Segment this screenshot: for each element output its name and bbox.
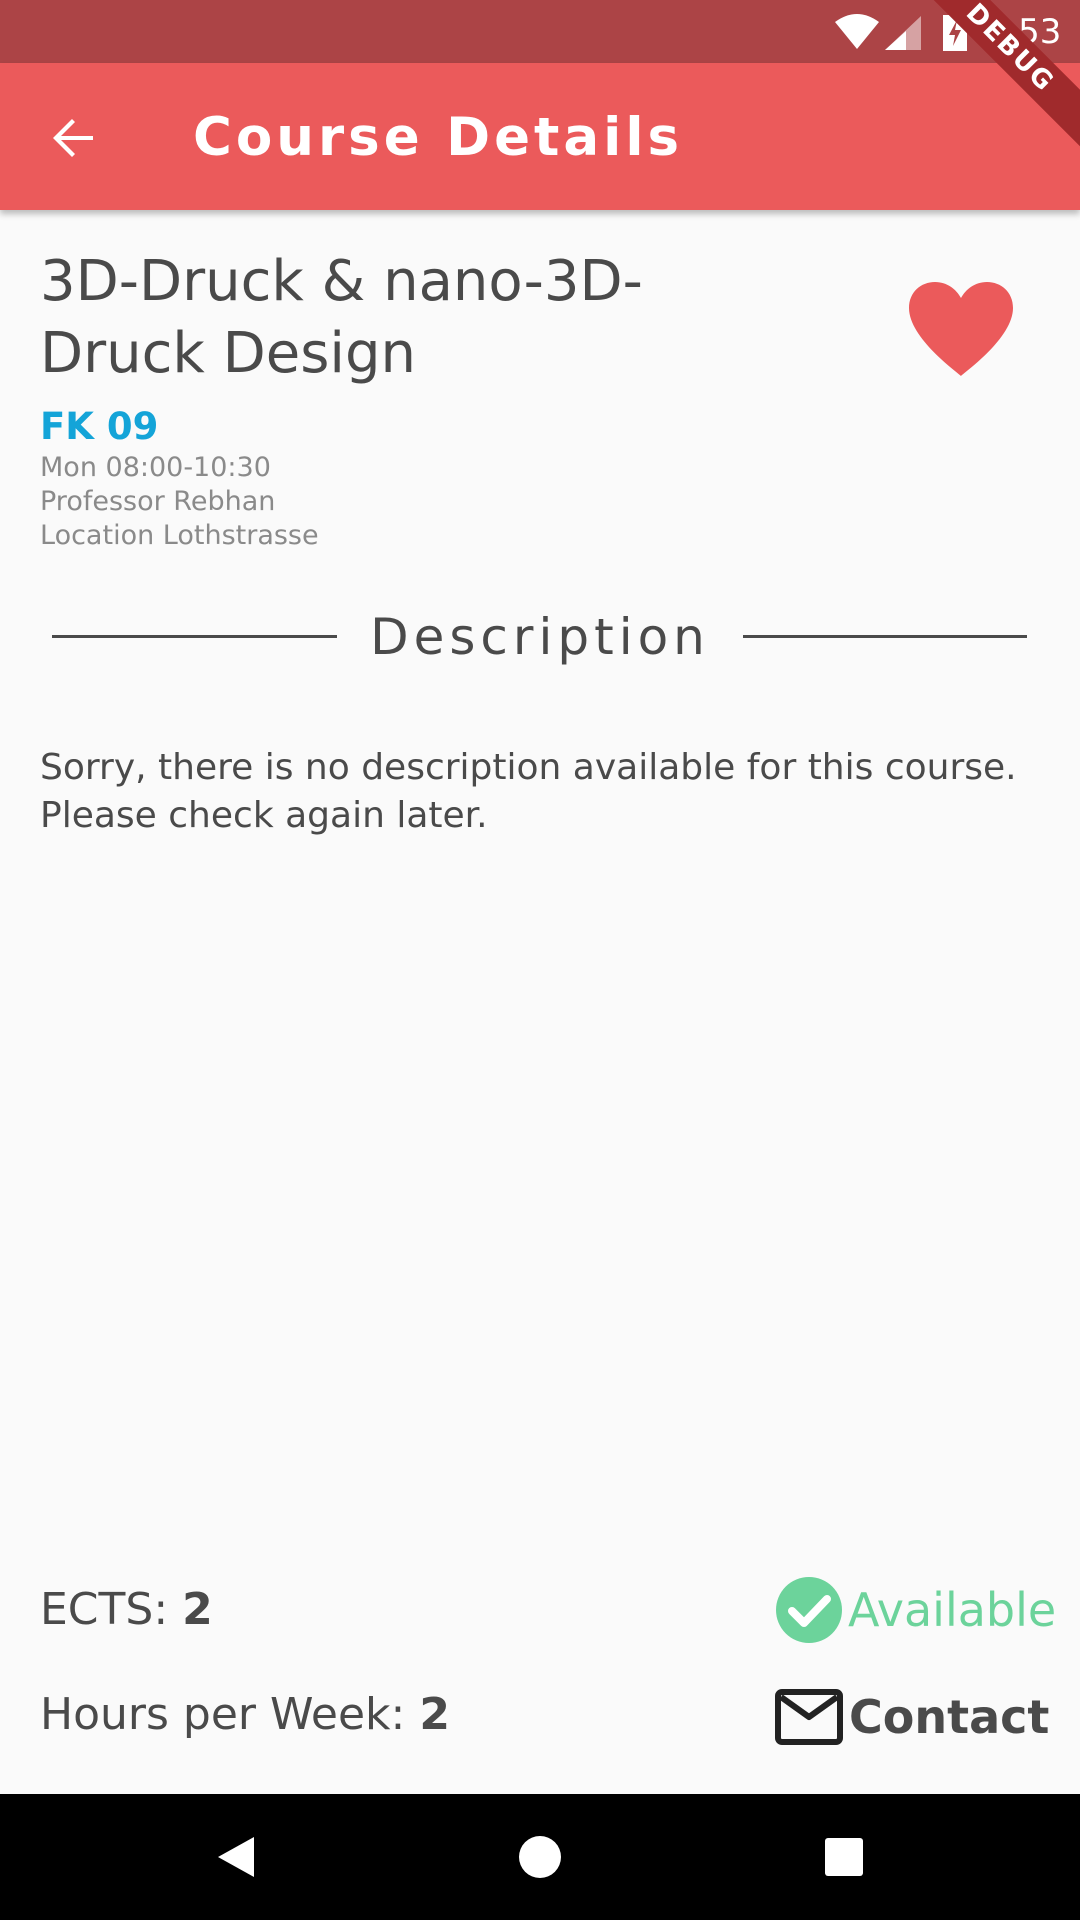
nav-back-button[interactable] (210, 1831, 262, 1883)
arrow-back-icon (53, 119, 93, 157)
description-line: Please check again later. (40, 795, 488, 836)
hours-row: Hours per Week: 2 (40, 1687, 450, 1743)
availability-status: Available (776, 1575, 1056, 1645)
divider-left (52, 635, 337, 638)
availability-label: Available (848, 1583, 1057, 1637)
course-time: Mon 08:00-10:30 (40, 452, 271, 483)
back-button[interactable] (38, 103, 108, 173)
heart-icon (909, 282, 1013, 376)
back-triangle-icon (218, 1837, 254, 1877)
home-circle-icon (519, 1836, 561, 1878)
mail-icon (775, 1689, 843, 1745)
nav-home-button[interactable] (514, 1831, 566, 1883)
divider-right (743, 635, 1027, 638)
ects-row: ECTS: 2 (40, 1582, 213, 1638)
description-line: Sorry, there is no description available… (40, 747, 1017, 788)
contact-label: Contact (849, 1690, 1050, 1744)
app-bar: Course Details (0, 63, 1080, 210)
contact-button[interactable]: Contact (775, 1685, 1049, 1749)
page-title: Course Details (193, 107, 684, 168)
nav-recents-button[interactable] (818, 1831, 870, 1883)
status-bar: 9:53 (0, 0, 1080, 63)
navigation-bar (0, 1794, 1080, 1920)
check-circle-icon (776, 1577, 842, 1643)
description-heading: Description (370, 608, 710, 666)
faculty-label: FK 09 (40, 405, 159, 448)
hours-label: Hours per Week: (40, 1689, 420, 1740)
favorite-button[interactable] (905, 280, 1017, 380)
description-text: Sorry, there is no description available… (40, 744, 1040, 840)
course-title: 3D-Druck & nano-3D-Druck Design (40, 249, 643, 386)
recents-square-icon (825, 1838, 863, 1876)
course-professor: Professor Rebhan (40, 486, 276, 517)
hours-value: 2 (419, 1689, 450, 1740)
wifi-icon (835, 14, 879, 49)
signal-icon (885, 16, 921, 50)
course-location: Location Lothstrasse (40, 520, 319, 551)
ects-value: 2 (182, 1584, 213, 1635)
ects-label: ECTS: (40, 1584, 183, 1635)
